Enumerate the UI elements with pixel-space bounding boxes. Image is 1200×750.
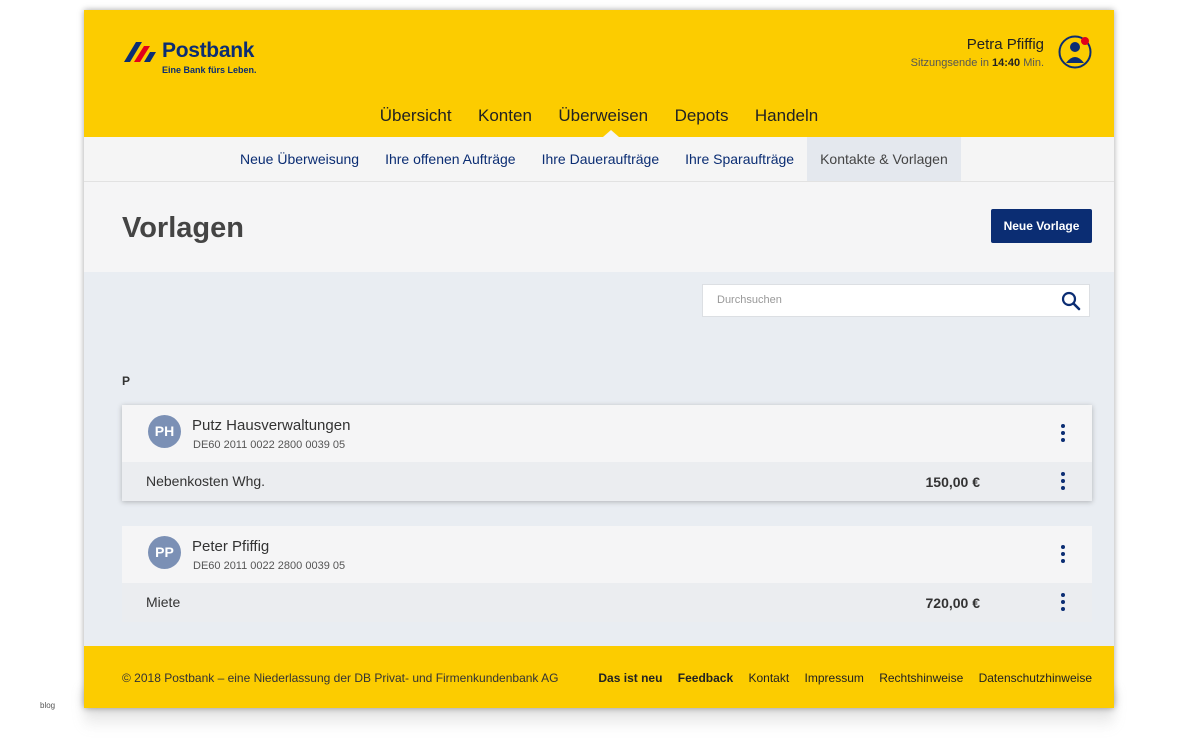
watermark-text: blog — [40, 701, 56, 710]
contact-name: Putz Hausverwaltungen — [192, 417, 351, 434]
footer-link-datenschutzhinweise[interactable]: Datenschutzhinweise — [979, 671, 1092, 685]
sub-nav: Neue Überweisung Ihre offenen Aufträge I… — [84, 137, 1114, 182]
footer-links: Das ist neu Feedback Kontakt Impressum R… — [586, 671, 1092, 685]
more-options-icon[interactable] — [1060, 593, 1066, 613]
footer-link-das-ist-neu[interactable]: Das ist neu — [598, 671, 662, 685]
footer: © 2018 Postbank – eine Niederlassung der… — [84, 646, 1114, 708]
more-options-icon[interactable] — [1060, 472, 1066, 492]
search-icon[interactable] — [1061, 291, 1081, 311]
footer-link-kontakt[interactable]: Kontakt — [748, 671, 789, 685]
postbank-logo[interactable]: Postbank Eine Bank fürs Leben. — [122, 38, 262, 78]
brand-name: Postbank — [162, 39, 255, 62]
more-options-icon[interactable] — [1060, 545, 1066, 565]
template-purpose: Nebenkosten Whg. — [146, 473, 266, 489]
brand-tagline: Eine Bank fürs Leben. — [162, 65, 257, 75]
subnav-sparauftraege[interactable]: Ihre Sparaufträge — [672, 137, 807, 181]
contact-iban: DE60 2011 0022 2800 0039 05 — [193, 560, 346, 572]
main-nav: Übersicht Konten Überweisen Depots Hande… — [84, 106, 1114, 126]
contact-initials-avatar: PH — [148, 415, 181, 448]
template-amount: 150,00 € — [925, 474, 981, 490]
user-info: Petra Pfiffig Sitzungsende in 14:40 Min. — [911, 36, 1044, 69]
more-options-icon[interactable] — [1060, 424, 1066, 444]
title-bar: Vorlagen Neue Vorlage — [84, 182, 1114, 272]
nav-ueberweisen[interactable]: Überweisen — [558, 106, 648, 126]
session-timer: Sitzungsende in 14:40 Min. — [911, 57, 1044, 69]
card-contact-row[interactable]: PH Putz Hausverwaltungen DE60 2011 0022 … — [122, 405, 1092, 462]
template-amount: 720,00 € — [925, 595, 981, 611]
search-box — [702, 284, 1090, 317]
user-avatar-icon[interactable] — [1058, 35, 1092, 69]
search-input[interactable] — [715, 293, 1049, 307]
nav-depots[interactable]: Depots — [675, 106, 729, 126]
new-template-button[interactable]: Neue Vorlage — [991, 209, 1092, 243]
contact-iban: DE60 2011 0022 2800 0039 05 — [193, 439, 346, 451]
subnav-kontakte-vorlagen[interactable]: Kontakte & Vorlagen — [807, 137, 961, 181]
template-purpose: Miete — [146, 594, 181, 610]
subnav-dauerauftraege[interactable]: Ihre Daueraufträge — [529, 137, 673, 181]
footer-link-impressum[interactable]: Impressum — [805, 671, 864, 685]
card-template-row[interactable]: Nebenkosten Whg. 150,00 € — [122, 462, 1092, 501]
session-suffix: Min. — [1023, 57, 1044, 69]
header: Postbank Eine Bank fürs Leben. Petra Pfi… — [84, 10, 1114, 137]
active-nav-indicator — [603, 130, 619, 137]
subnav-offene-auftraege[interactable]: Ihre offenen Aufträge — [372, 137, 529, 181]
copyright-text: © 2018 Postbank – eine Niederlassung der… — [122, 671, 559, 685]
session-time: 14:40 — [992, 57, 1021, 69]
postbank-logo-icon — [124, 42, 156, 62]
footer-link-rechtshinweise[interactable]: Rechtshinweise — [879, 671, 963, 685]
contact-initials-avatar: PP — [148, 536, 181, 569]
page-title: Vorlagen — [122, 212, 244, 244]
card-template-row[interactable]: Miete 720,00 € — [122, 583, 1092, 622]
template-card[interactable]: PP Peter Pfiffig DE60 2011 0022 2800 003… — [122, 526, 1092, 622]
browser-screen: Postbank Eine Bank fürs Leben. Petra Pfi… — [84, 10, 1114, 708]
card-contact-row[interactable]: PP Peter Pfiffig DE60 2011 0022 2800 003… — [122, 526, 1092, 583]
nav-handeln[interactable]: Handeln — [755, 106, 818, 126]
footer-link-feedback[interactable]: Feedback — [678, 671, 733, 685]
template-list: P PH Putz Hausverwaltungen DE60 2011 002… — [84, 331, 1114, 646]
nav-uebersicht[interactable]: Übersicht — [380, 106, 452, 126]
session-prefix: Sitzungsende in — [910, 57, 989, 69]
search-bar — [84, 272, 1114, 331]
template-card[interactable]: PH Putz Hausverwaltungen DE60 2011 0022 … — [122, 405, 1092, 501]
user-name: Petra Pfiffig — [966, 36, 1044, 53]
nav-konten[interactable]: Konten — [478, 106, 532, 126]
subnav-neue-ueberweisung[interactable]: Neue Überweisung — [227, 137, 372, 181]
group-letter: P — [122, 374, 131, 388]
contact-name: Peter Pfiffig — [192, 538, 270, 555]
